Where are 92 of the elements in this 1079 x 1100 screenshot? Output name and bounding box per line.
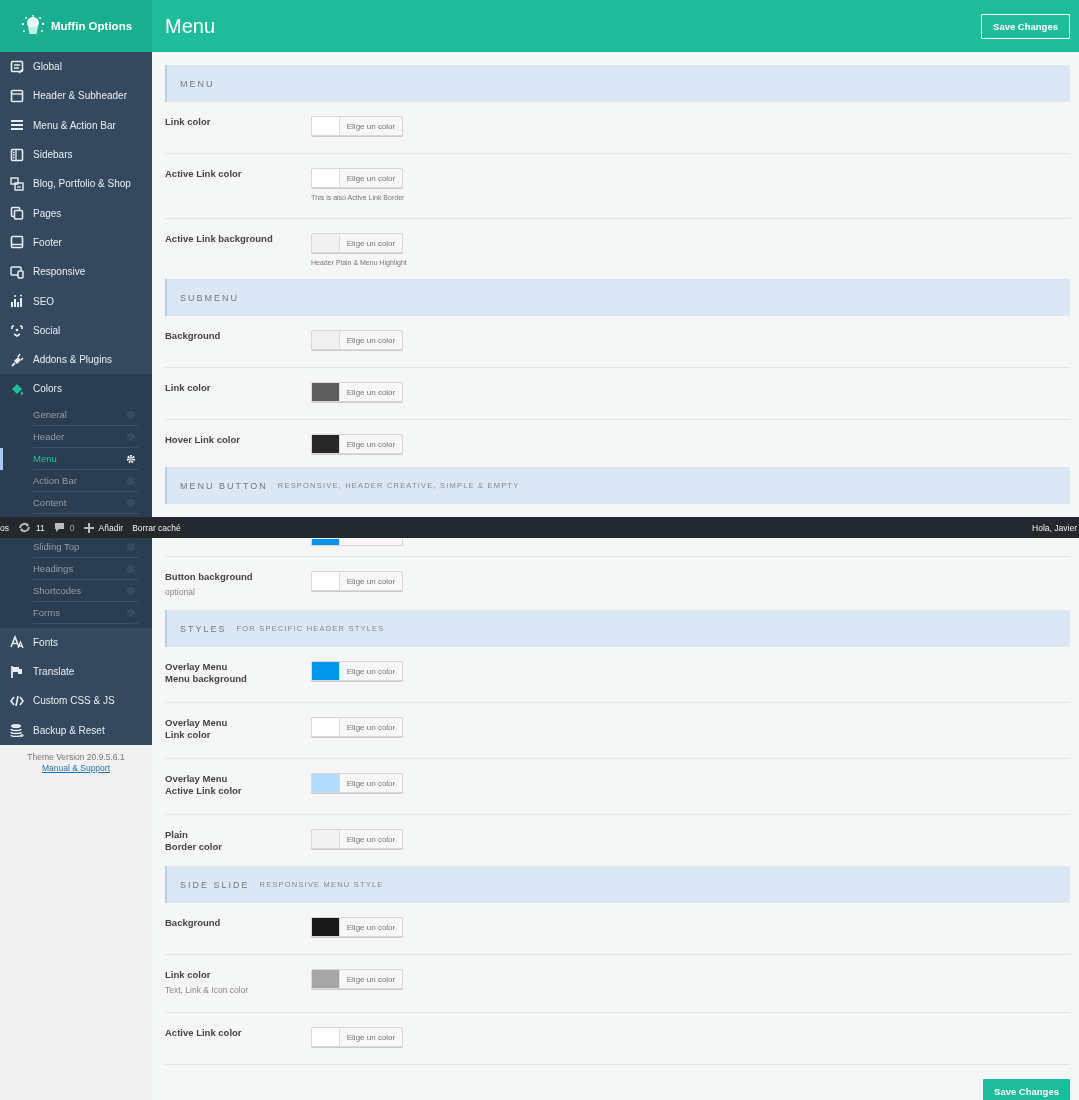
sidebar-item[interactable]: Header & Subheader (0, 81, 152, 111)
field-label: Hover Link color (165, 434, 241, 446)
field-label: Button background (165, 571, 254, 583)
sidebar-item[interactable]: Social (0, 315, 152, 345)
gear-icon (126, 585, 136, 596)
sidebar-item[interactable]: Footer (0, 227, 152, 258)
field-label: Background (165, 917, 222, 929)
color-picker-button[interactable]: Elige un color (311, 434, 403, 454)
color-picker-button[interactable]: Elige un color (311, 829, 403, 849)
sidebar-item[interactable]: SEO (0, 286, 152, 316)
field-label: Link color (165, 969, 212, 981)
code-icon (10, 693, 24, 708)
sidebar-item[interactable]: Menu & Action Bar (0, 110, 152, 140)
app-title: Muffin Options (50, 20, 133, 32)
section-title: STYLES (180, 623, 227, 634)
greeting-link[interactable]: Hola, Javier (1032, 522, 1077, 533)
field-label: Overlay Menu Link color (165, 717, 229, 741)
sidebar-item[interactable]: Custom CSS & JS (0, 686, 152, 716)
field-hint: optional (165, 587, 196, 597)
sidebar-item[interactable]: Translate (0, 656, 152, 687)
color-picker-button[interactable]: Elige un color (311, 1027, 403, 1047)
sidebar-item[interactable]: Fonts (0, 627, 152, 657)
color-picker-button[interactable]: Elige un color (311, 571, 403, 591)
gear-icon (126, 475, 136, 486)
toolbar-link[interactable]: Borrar caché (132, 522, 181, 533)
sidebar-item[interactable]: Addons & Plugins (0, 344, 152, 375)
devices-icon (10, 264, 24, 279)
color-picker-button[interactable]: Elige un color (311, 717, 403, 737)
refresh-icon[interactable] (18, 522, 31, 533)
theme-version: Theme Version 20.9.5.6.1 (27, 751, 125, 762)
sidebar-item[interactable]: Pages (0, 198, 152, 228)
section-title: MENU (180, 78, 215, 89)
field-label: Overlay Menu Menu background (165, 661, 248, 685)
section-title: MENU BUTTON (180, 480, 268, 491)
save-changes-button[interactable]: Save Changes (981, 13, 1070, 39)
toolbar-link[interactable]: os (0, 522, 9, 533)
page-title: Menu (165, 14, 216, 38)
field-label: Overlay Menu Active Link color (165, 773, 243, 797)
color-picker-button[interactable]: Elige un color (311, 773, 403, 793)
save-changes-button[interactable]: Save Changes (983, 1079, 1070, 1100)
comment-count: 0 (69, 522, 75, 533)
cupcake-logo-icon (19, 15, 46, 37)
section-title: SUBMENU (180, 292, 239, 303)
color-picker-button[interactable]: Elige un color (311, 382, 403, 402)
footer-icon (10, 235, 24, 250)
field-hint: Text, Link & Icon color (165, 985, 250, 995)
sidebar-item[interactable]: Blog, Portfolio & Shop (0, 169, 152, 199)
gear-icon (126, 431, 136, 442)
pages-icon (10, 206, 24, 221)
field-label: Active Link color (165, 168, 243, 180)
sidebar-item[interactable]: Backup & Reset (0, 715, 152, 745)
share-icon (10, 323, 24, 338)
gear-icon (126, 541, 136, 552)
section-title: SIDE SLIDE (180, 879, 250, 890)
sidebar-item[interactable]: Responsive (0, 257, 152, 287)
comment-icon[interactable] (53, 522, 65, 533)
plug-icon (10, 352, 24, 367)
color-picker-button[interactable]: Elige un color (311, 330, 403, 350)
gear-icon (126, 409, 136, 420)
bars-icon (10, 294, 24, 308)
field-label: Link color (165, 382, 212, 394)
update-count: 11 (36, 522, 45, 533)
field-label: Active Link background (165, 233, 274, 245)
color-picker-button[interactable]: Elige un color (311, 116, 403, 136)
menu-icon (10, 118, 24, 133)
document-icon (10, 59, 24, 74)
field-label: Background (165, 330, 222, 342)
field-label: Link color (165, 116, 212, 128)
gear-icon (126, 453, 136, 464)
gear-icon (126, 563, 136, 574)
window-icon (10, 88, 24, 103)
color-picker-button[interactable]: Elige un color (311, 661, 403, 681)
support-link[interactable]: Manual & Support (41, 762, 110, 773)
paint-bucket-icon (10, 381, 24, 396)
gear-icon (126, 497, 136, 508)
sidebar-item[interactable]: Global (0, 52, 152, 82)
font-icon (10, 635, 24, 650)
plus-icon[interactable] (83, 522, 94, 533)
color-picker-button[interactable]: Elige un color (311, 917, 403, 937)
flag-icon (10, 664, 24, 679)
sidebar-icon (10, 147, 24, 162)
color-picker-button[interactable]: Elige un color (311, 168, 403, 188)
field-label: Active Link color (165, 1027, 243, 1039)
color-picker-button[interactable]: Elige un color (311, 233, 403, 253)
gear-icon (126, 607, 136, 618)
database-icon (10, 723, 24, 738)
field-label: Plain Border color (165, 829, 223, 853)
documents-icon (10, 176, 24, 191)
toolbar-link[interactable]: Añadir (98, 522, 124, 533)
sidebar-item[interactable]: Sidebars (0, 139, 152, 170)
color-picker-button[interactable]: Elige un color (311, 969, 403, 989)
color-picker-button[interactable] (311, 539, 403, 546)
